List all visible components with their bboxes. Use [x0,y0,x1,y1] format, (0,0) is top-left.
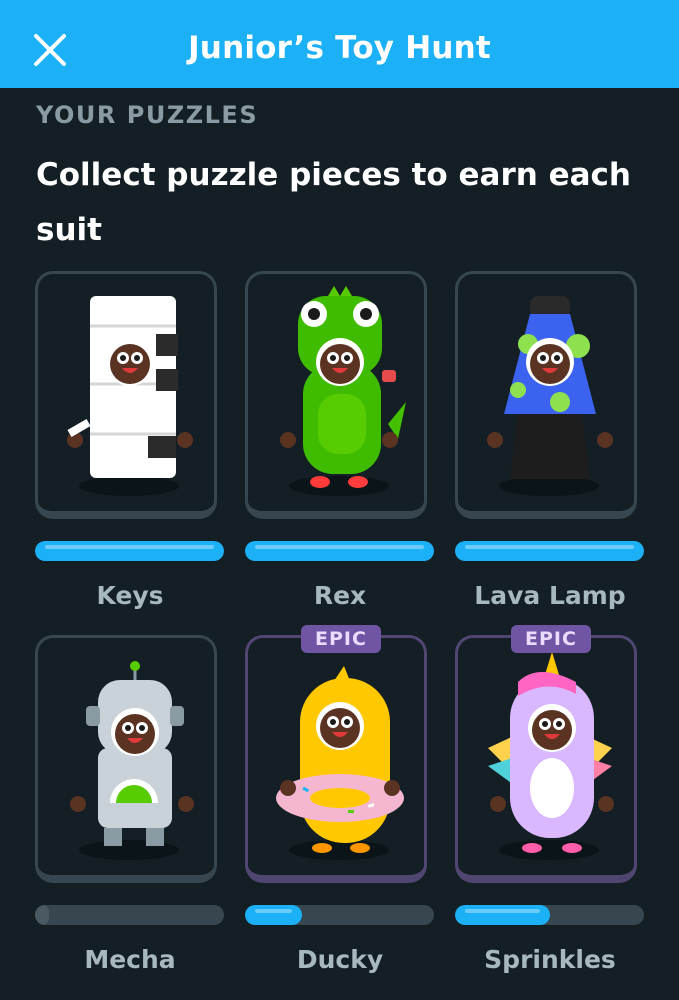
progress-bar-ducky [245,905,434,925]
top-bar: Junior’s Toy Hunt [0,0,679,88]
progress-bar-lava-lamp [455,541,644,561]
sprinkles-suit-illustration [488,652,614,860]
suit-card-mecha[interactable] [35,635,217,883]
suit-name: Rex [313,581,367,610]
ducky-suit-illustration [276,666,404,860]
progress-bar-keys [35,541,224,561]
suit-name: Lava Lamp [474,581,626,610]
mecha-suit-illustration [70,661,194,860]
section-label: YOUR PUZZLES [36,101,259,129]
progress-bar-mecha [35,905,224,925]
suit-card-lava-lamp[interactable] [455,271,637,519]
suit-name: Ducky [296,945,384,974]
page-title: Junior’s Toy Hunt [188,30,491,66]
progress-fill [245,541,434,561]
rex-suit-illustration [280,286,406,496]
epic-badge: EPIC [511,625,591,653]
suit-name: Sprinkles [484,945,616,974]
keys-suit-illustration [67,296,193,496]
suit-card-sprinkles[interactable] [455,635,637,883]
suit-card-ducky[interactable] [245,635,427,883]
progress-fill [455,905,550,925]
suit-name: Mecha [84,945,176,974]
epic-badge: EPIC [301,625,381,653]
headline: Collect puzzle pieces to earn each suit [36,157,631,248]
suit-name: Keys [96,581,164,610]
progress-fill [455,541,644,561]
progress-bar-sprinkles [455,905,644,925]
progress-fill [35,541,224,561]
suit-card-keys[interactable] [35,271,217,519]
progress-bar-rex [245,541,434,561]
suit-card-rex[interactable] [245,271,427,519]
progress-fill [245,905,302,925]
lava-lamp-suit-illustration [487,296,613,496]
progress-fill [35,905,49,925]
